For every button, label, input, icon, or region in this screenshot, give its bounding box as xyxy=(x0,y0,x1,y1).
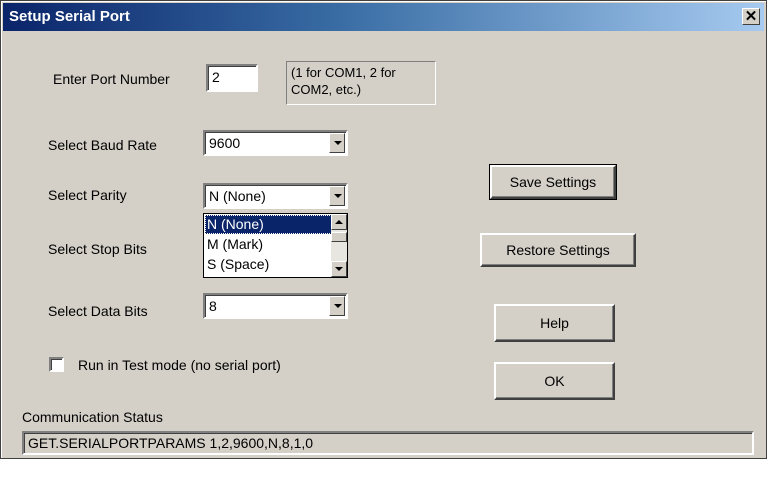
chevron-down-icon xyxy=(334,194,342,198)
ok-button[interactable]: OK xyxy=(494,362,615,400)
port-number-hint: (1 for COM1, 2 for COM2, etc.) xyxy=(286,61,436,105)
parity-select[interactable]: N (None) xyxy=(203,183,348,209)
help-label: Help xyxy=(540,315,569,331)
communication-status-value: GET.SERIALPORTPARAMS 1,2,9600,N,8,1,0 xyxy=(28,435,314,451)
data-bits-select[interactable]: 8 xyxy=(203,293,348,319)
test-mode-checkbox[interactable] xyxy=(49,357,64,372)
arrow-up-icon xyxy=(335,220,343,224)
parity-dropdown-button[interactable] xyxy=(329,186,345,206)
stop-bits-label: Select Stop Bits xyxy=(48,241,147,257)
save-settings-label: Save Settings xyxy=(509,174,597,190)
port-hint-line2: COM2, etc.) xyxy=(291,82,362,97)
title-bar[interactable]: Setup Serial Port ✕ xyxy=(3,3,764,31)
ok-label: OK xyxy=(544,373,565,389)
scroll-up-button[interactable] xyxy=(331,214,347,230)
baud-rate-label: Select Baud Rate xyxy=(48,137,157,153)
help-button[interactable]: Help xyxy=(494,304,615,342)
data-bits-value: 8 xyxy=(209,298,217,314)
data-bits-label: Select Data Bits xyxy=(48,303,148,319)
data-bits-dropdown-button[interactable] xyxy=(329,296,345,316)
baud-rate-select[interactable]: 9600 xyxy=(203,130,348,156)
restore-settings-label: Restore Settings xyxy=(506,242,610,258)
baud-rate-dropdown-button[interactable] xyxy=(329,133,345,153)
chevron-down-icon xyxy=(334,141,342,145)
parity-label: Select Parity xyxy=(48,187,127,203)
setup-serial-port-dialog: Setup Serial Port ✕ Enter Port Number 2 … xyxy=(0,0,767,459)
close-button[interactable]: ✕ xyxy=(742,8,760,25)
restore-settings-button[interactable]: Restore Settings xyxy=(480,233,636,267)
scroll-down-button[interactable] xyxy=(331,261,347,277)
save-settings-button[interactable]: Save Settings xyxy=(489,164,617,200)
parity-value: N (None) xyxy=(209,188,266,204)
parity-option[interactable]: S (Space) xyxy=(205,255,332,274)
parity-option[interactable]: N (None) xyxy=(205,215,332,234)
parity-list-scrollbar[interactable] xyxy=(331,214,347,277)
port-number-input[interactable]: 2 xyxy=(206,64,258,92)
port-number-label: Enter Port Number xyxy=(53,71,170,87)
parity-dropdown-list: N (None) M (Mark) S (Space) xyxy=(203,213,348,278)
scroll-thumb[interactable] xyxy=(331,232,347,242)
communication-status-label: Communication Status xyxy=(22,409,163,425)
test-mode-label: Run in Test mode (no serial port) xyxy=(78,357,281,373)
communication-status-field: GET.SERIALPORTPARAMS 1,2,9600,N,8,1,0 xyxy=(22,431,754,455)
chevron-down-icon xyxy=(334,304,342,308)
parity-option[interactable]: M (Mark) xyxy=(205,235,332,254)
arrow-down-icon xyxy=(335,267,343,271)
close-icon: ✕ xyxy=(744,8,758,25)
window-title: Setup Serial Port xyxy=(9,8,130,25)
baud-rate-value: 9600 xyxy=(209,135,241,151)
port-number-value: 2 xyxy=(212,69,220,85)
port-hint-line1: (1 for COM1, 2 for xyxy=(291,65,396,80)
